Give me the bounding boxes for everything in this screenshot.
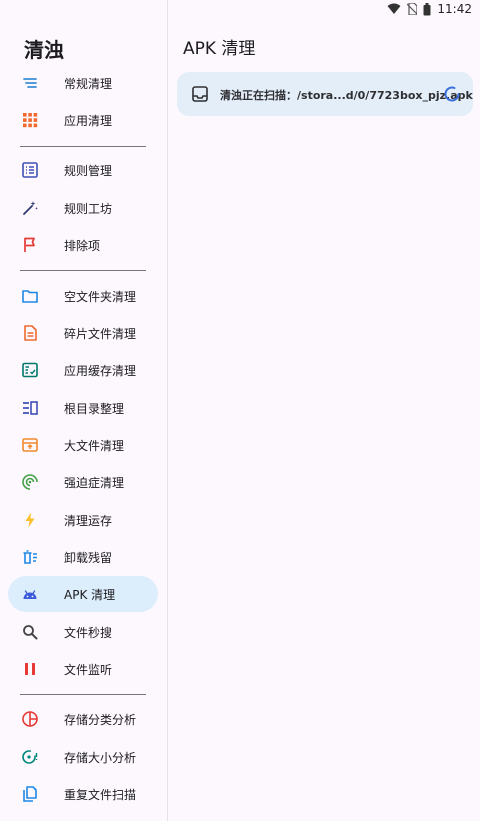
- trash-list-icon: [21, 548, 39, 566]
- copy-icon: [21, 785, 39, 803]
- sidebar-item-pause[interactable]: 文件监听: [8, 651, 158, 687]
- android-icon: [21, 585, 39, 603]
- status-icons: 11:42: [387, 2, 472, 16]
- sidebar-item-label: 强迫症清理: [64, 476, 125, 490]
- sidebar-item-android[interactable]: APK 清理: [8, 576, 158, 612]
- sidebar-divider: [20, 146, 146, 147]
- battery-icon: [423, 2, 431, 15]
- target-icon: [21, 748, 39, 766]
- search-icon: [21, 623, 39, 641]
- wifi-icon: [387, 3, 401, 14]
- sidebar-item-magic-wand[interactable]: 规则工坊: [8, 190, 158, 226]
- sidebar-item-label: 存储大小分析: [64, 751, 137, 765]
- list-box-icon: [21, 161, 39, 179]
- status-time: 11:42: [437, 2, 472, 16]
- sidebar-item-label: 文件监听: [64, 663, 113, 677]
- sidebar-item-label: 文件秒搜: [64, 626, 113, 640]
- sidebar-item-label: 存储分类分析: [64, 713, 137, 727]
- sidebar-item-label: 清理运存: [64, 514, 113, 528]
- sidebar-item-label: 卸载残留: [64, 551, 113, 565]
- radar-icon: [21, 473, 39, 491]
- sidebar-item-label: 根目录整理: [64, 402, 125, 416]
- pause-icon: [21, 660, 39, 678]
- sidebar-item-label: 碎片文件清理: [64, 327, 137, 341]
- sidebar-item-label: 规则工坊: [64, 202, 113, 216]
- sidebar-item-label: 应用清理: [64, 114, 113, 128]
- apps-grid-icon: [21, 111, 39, 129]
- sidebar-item-label: 大文件清理: [64, 439, 125, 453]
- flag-icon: [21, 236, 39, 254]
- sidebar-item-label: 重复文件扫描: [64, 788, 137, 802]
- sidebar-divider: [20, 270, 146, 271]
- scan-status-text: 清浊正在扫描：/stora...d/0/7723box_pjz.apk: [220, 89, 473, 102]
- loading-spinner-icon: [444, 86, 460, 102]
- lightning-icon: [21, 511, 39, 529]
- sidebar-item-search[interactable]: 文件秒搜: [8, 614, 158, 650]
- sidebar-item-label: 常规清理: [64, 77, 113, 91]
- sidebar-item-lightning[interactable]: 清理运存: [8, 502, 158, 538]
- columns-icon: [21, 399, 39, 417]
- no-sim-icon: [407, 3, 418, 15]
- document-icon: [21, 324, 39, 342]
- sidebar-item-label: 排除项: [64, 239, 101, 253]
- sidebar-item-label: 应用缓存清理: [64, 364, 137, 378]
- sweep-icon: [21, 74, 39, 92]
- sidebar-item-sweep[interactable]: 常规清理: [8, 65, 158, 101]
- sidebar-item-label: APK 清理: [64, 588, 116, 602]
- magic-wand-icon: [21, 199, 39, 217]
- sidebar-item-copy[interactable]: 重复文件扫描: [8, 776, 158, 812]
- sidebar-divider: [20, 694, 146, 695]
- folder-icon: [21, 287, 39, 305]
- scan-status-card[interactable]: 清浊正在扫描：/stora...d/0/7723box_pjz.apk: [177, 72, 473, 116]
- sidebar-item-document[interactable]: 碎片文件清理: [8, 315, 158, 351]
- sidebar-item-target[interactable]: 存储大小分析: [8, 739, 158, 775]
- sidebar-item-radar[interactable]: 强迫症清理: [8, 464, 158, 500]
- app-title: 清浊: [24, 38, 64, 62]
- checklist-icon: [21, 361, 39, 379]
- sidebar-item-apps-grid[interactable]: 应用清理: [8, 102, 158, 138]
- sidebar-item-columns[interactable]: 根目录整理: [8, 390, 158, 426]
- pie-chart-icon: [21, 710, 39, 728]
- sidebar-item-list-box[interactable]: 规则管理: [8, 152, 158, 188]
- sidebar-item-label: 空文件夹清理: [64, 290, 137, 304]
- inbox-icon: [192, 86, 208, 102]
- navigation-drawer: 清浊 常规清理应用清理规则管理规则工坊排除项空文件夹清理 碎片文件清理 应用缓存清理…: [0, 0, 168, 821]
- sidebar-item-trash-list[interactable]: 卸载残留: [8, 539, 158, 575]
- sidebar-item-checklist[interactable]: 应用缓存清理: [8, 352, 158, 388]
- sidebar-item-pie-chart[interactable]: 存储分类分析: [8, 701, 158, 737]
- archive-icon: [21, 436, 39, 454]
- sidebar-item-archive[interactable]: 大文件清理: [8, 427, 158, 463]
- page-title: APK 清理: [183, 39, 256, 59]
- sidebar-item-flag[interactable]: 排除项: [8, 227, 158, 263]
- sidebar-item-label: 规则管理: [64, 164, 113, 178]
- sidebar-item-folder[interactable]: 空文件夹清理: [8, 278, 158, 314]
